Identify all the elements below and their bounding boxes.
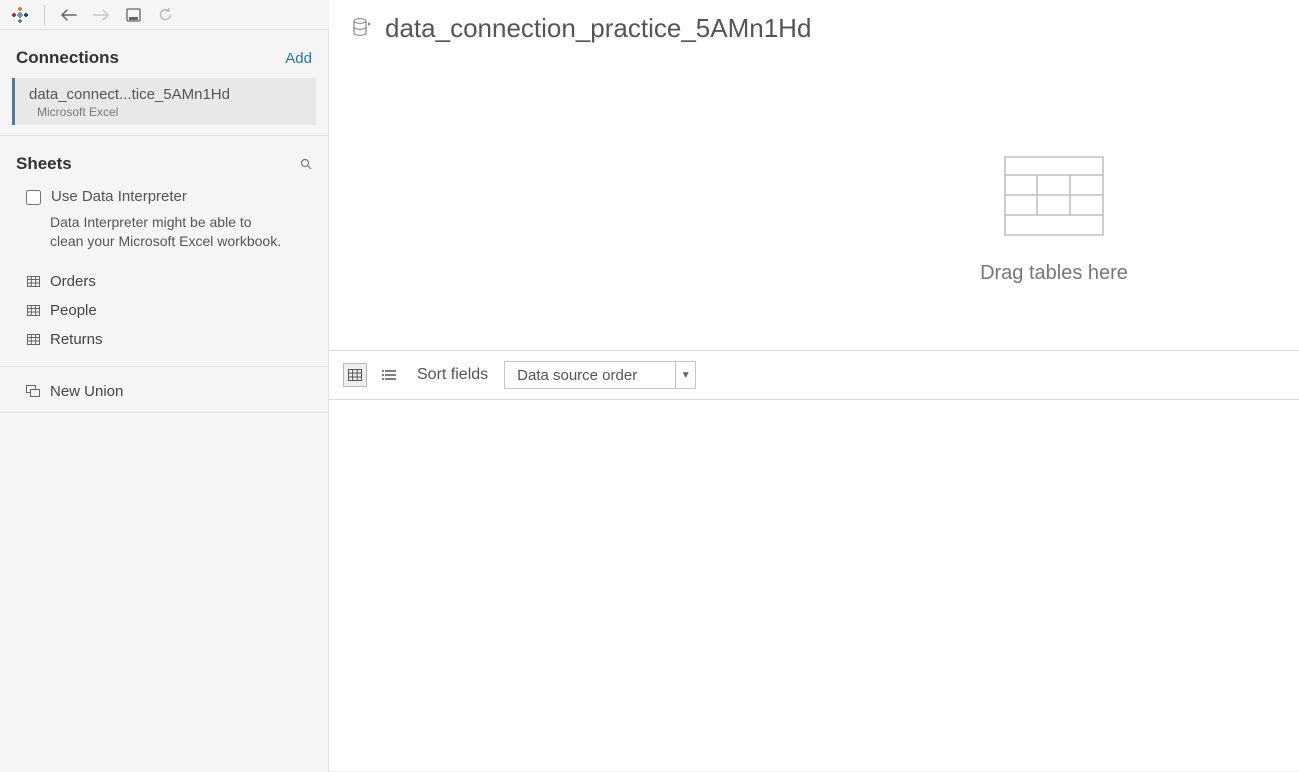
sheets-header: Sheets [0, 140, 328, 180]
sheet-label: Orders [50, 273, 96, 290]
tableau-logo-icon[interactable] [8, 3, 32, 27]
datasource-header: data_connection_practice_5AMn1Hd [329, 0, 1299, 50]
sheet-label: Returns [50, 331, 103, 348]
connections-header: Connections Add [0, 30, 328, 78]
table-icon [26, 274, 40, 288]
connections-title: Connections [16, 48, 119, 68]
data-grid-toolbar: Sort fields Data source order ▼ [329, 350, 1299, 400]
use-data-interpreter-label[interactable]: Use Data Interpreter [51, 188, 187, 205]
table-icon [26, 332, 40, 346]
add-connection-link[interactable]: Add [285, 50, 312, 67]
save-icon[interactable] [121, 3, 145, 27]
join-canvas[interactable]: Drag tables here [329, 50, 1299, 350]
canvas-placeholder-icon [1004, 156, 1104, 236]
connection-name: data_connect...tice_5AMn1Hd [29, 86, 302, 103]
sheet-list: Orders People Returns [0, 263, 328, 358]
left-sidebar: Connections Add data_connect...tice_5AMn… [0, 0, 329, 772]
connection-type: Microsoft Excel [37, 105, 302, 119]
database-icon[interactable] [353, 18, 371, 38]
table-icon [26, 303, 40, 317]
back-icon[interactable] [57, 3, 81, 27]
main-content: data_connection_practice_5AMn1Hd Drag ta… [329, 0, 1299, 772]
toolbar-divider [44, 5, 45, 25]
union-icon [26, 385, 40, 397]
sheet-item-returns[interactable]: Returns [0, 325, 328, 354]
new-union-item[interactable]: New Union [0, 377, 328, 406]
data-grid-area [329, 400, 1299, 772]
datasource-title[interactable]: data_connection_practice_5AMn1Hd [385, 13, 811, 44]
data-interpreter-hint: Data Interpreter might be able to clean … [0, 209, 328, 263]
list-view-toggle[interactable] [377, 363, 401, 387]
sort-fields-select[interactable]: Data source order ▼ [504, 361, 696, 389]
forward-icon[interactable] [89, 3, 113, 27]
drag-tables-hint: Drag tables here [980, 262, 1128, 285]
connection-item[interactable]: data_connect...tice_5AMn1Hd Microsoft Ex… [12, 78, 316, 125]
refresh-icon[interactable] [153, 3, 177, 27]
sort-fields-label: Sort fields [417, 366, 488, 384]
sheet-label: People [50, 302, 97, 319]
sheet-item-orders[interactable]: Orders [0, 267, 328, 296]
sort-fields-value: Data source order [505, 367, 675, 384]
use-data-interpreter-checkbox[interactable] [26, 190, 41, 205]
new-union-label: New Union [50, 383, 123, 400]
sheet-item-people[interactable]: People [0, 296, 328, 325]
search-icon[interactable] [300, 158, 312, 170]
chevron-down-icon: ▼ [675, 362, 695, 388]
top-toolbar [0, 0, 329, 30]
sheets-title: Sheets [16, 154, 72, 174]
grid-view-toggle[interactable] [343, 363, 367, 387]
